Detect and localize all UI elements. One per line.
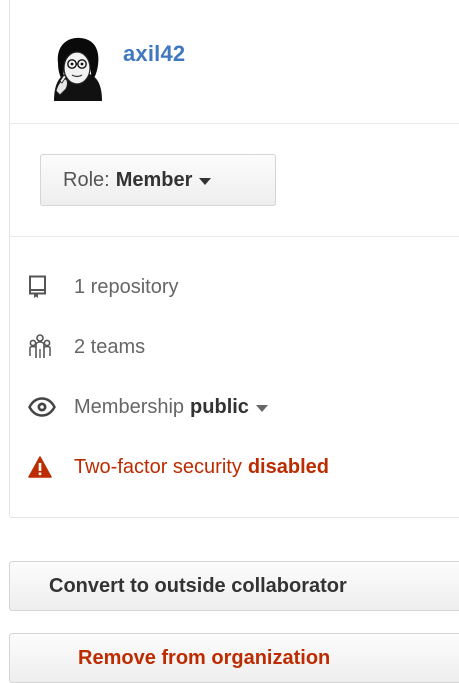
repositories-text: 1 repository (74, 275, 179, 298)
avatar-image (48, 35, 106, 101)
membership-visibility: public (190, 395, 249, 418)
teams-text: 2 teams (74, 335, 146, 358)
chevron-down-icon (255, 405, 268, 412)
two-factor-row: Two-factor security disabled (28, 452, 329, 482)
role-dropdown-button[interactable]: Role: Member (40, 154, 276, 206)
teams-row[interactable]: 2 teams (28, 332, 145, 362)
avatar[interactable] (48, 35, 106, 101)
role-section: Role: Member (10, 124, 459, 237)
chevron-down-icon (199, 178, 212, 185)
role-prefix: Role: (63, 168, 110, 191)
member-header: axil42 (10, 0, 459, 124)
two-factor-status: disabled (247, 455, 329, 478)
membership-row[interactable]: Membership public (28, 392, 268, 422)
member-card: axil42 Role: Member 1 repository 2 teams… (9, 0, 459, 518)
convert-to-outside-collaborator-button[interactable]: Convert to outside collaborator (9, 561, 459, 611)
repositories-row[interactable]: 1 repository (28, 272, 179, 302)
two-factor-label: Two-factor security (74, 455, 242, 478)
remove-from-organization-button[interactable]: Remove from organization (9, 633, 459, 683)
repo-icon (28, 272, 62, 302)
member-username[interactable]: axil42 (123, 41, 185, 67)
eye-icon (28, 392, 62, 422)
people-icon (28, 332, 62, 362)
membership-label: Membership (74, 395, 185, 418)
alert-icon (28, 452, 62, 482)
role-value: Member (115, 168, 193, 191)
